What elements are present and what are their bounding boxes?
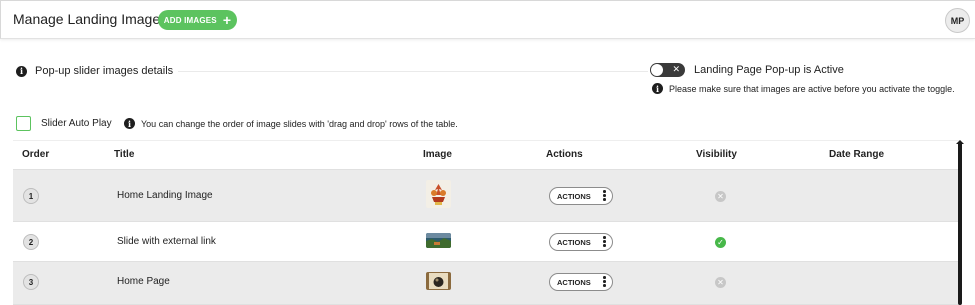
autoplay-label: Slider Auto Play — [41, 118, 112, 129]
column-header-actions: Actions — [546, 149, 583, 160]
table-row[interactable]: 2 Slide with external link ACTIONS ✓ — [13, 222, 961, 262]
close-icon: ✕ — [672, 64, 680, 74]
section-divider — [178, 71, 648, 72]
row-title: Home Page — [117, 276, 170, 287]
slider-autoplay: Slider Auto Play — [16, 116, 112, 131]
visible-status-icon[interactable]: ✓ — [715, 237, 726, 248]
table-header: Order Title Image Actions Visibility Dat… — [13, 140, 961, 170]
info-icon: i — [652, 83, 663, 94]
column-header-order: Order — [22, 149, 50, 160]
drag-note: i You can change the order of image slid… — [124, 118, 458, 129]
add-images-button[interactable]: ADD IMAGES + — [158, 10, 237, 30]
row-title: Slide with external link — [117, 236, 216, 247]
avatar[interactable]: MP — [945, 8, 970, 33]
row-title: Home Landing Image — [117, 190, 213, 201]
actions-label: ACTIONS — [557, 191, 591, 201]
popup-section-heading: i Pop-up slider images details — [16, 65, 173, 77]
order-badge: 3 — [23, 274, 39, 290]
actions-label: ACTIONS — [557, 237, 591, 247]
slide-thumbnail-image[interactable] — [426, 233, 451, 248]
order-badge: 1 — [23, 188, 39, 204]
hidden-status-icon[interactable]: ✕ — [715, 277, 726, 288]
popup-section-label: Pop-up slider images details — [35, 65, 174, 77]
info-icon: i — [16, 65, 27, 77]
table-scrollbar[interactable] — [958, 142, 962, 305]
autoplay-checkbox[interactable] — [16, 116, 31, 131]
actions-label: ACTIONS — [557, 277, 591, 287]
row-actions-button[interactable]: ACTIONS — [549, 233, 613, 251]
popup-toggle-label: Landing Page Pop-up is Active — [694, 64, 844, 76]
column-header-title: Title — [114, 149, 135, 160]
page-title: Manage Landing Images — [13, 11, 168, 27]
info-icon: i — [124, 118, 135, 129]
popup-active-toggle[interactable]: ✕ — [650, 63, 685, 77]
slide-thumbnail-image[interactable] — [426, 180, 451, 208]
column-header-date-range: Date Range — [829, 149, 885, 160]
more-vertical-icon — [603, 236, 606, 247]
row-actions-button[interactable]: ACTIONS — [549, 187, 613, 205]
order-badge: 2 — [23, 234, 39, 250]
toggle-note-text: Please make sure that images are active … — [669, 83, 955, 94]
add-images-label: ADD IMAGES — [163, 15, 217, 25]
row-actions-button[interactable]: ACTIONS — [549, 273, 613, 291]
more-vertical-icon — [603, 276, 606, 287]
column-header-image: Image — [423, 149, 452, 160]
slides-table: Order Title Image Actions Visibility Dat… — [13, 140, 961, 305]
table-row[interactable]: 3 Home Page ACTIONS ✕ — [13, 262, 961, 305]
hidden-status-icon[interactable]: ✕ — [715, 191, 726, 202]
slide-thumbnail-image[interactable] — [426, 272, 451, 290]
toggle-note: i Please make sure that images are activ… — [652, 83, 955, 94]
top-header: Manage Landing Images ADD IMAGES + MP — [0, 0, 975, 39]
toggle-knob — [651, 64, 663, 76]
table-row[interactable]: 1 Home Landing Image ACTIONS ✕ — [13, 170, 961, 222]
column-header-visibility: Visibility — [696, 149, 737, 160]
more-vertical-icon — [603, 190, 606, 201]
drag-note-text: You can change the order of image slides… — [141, 118, 458, 129]
plus-icon: + — [222, 12, 232, 28]
